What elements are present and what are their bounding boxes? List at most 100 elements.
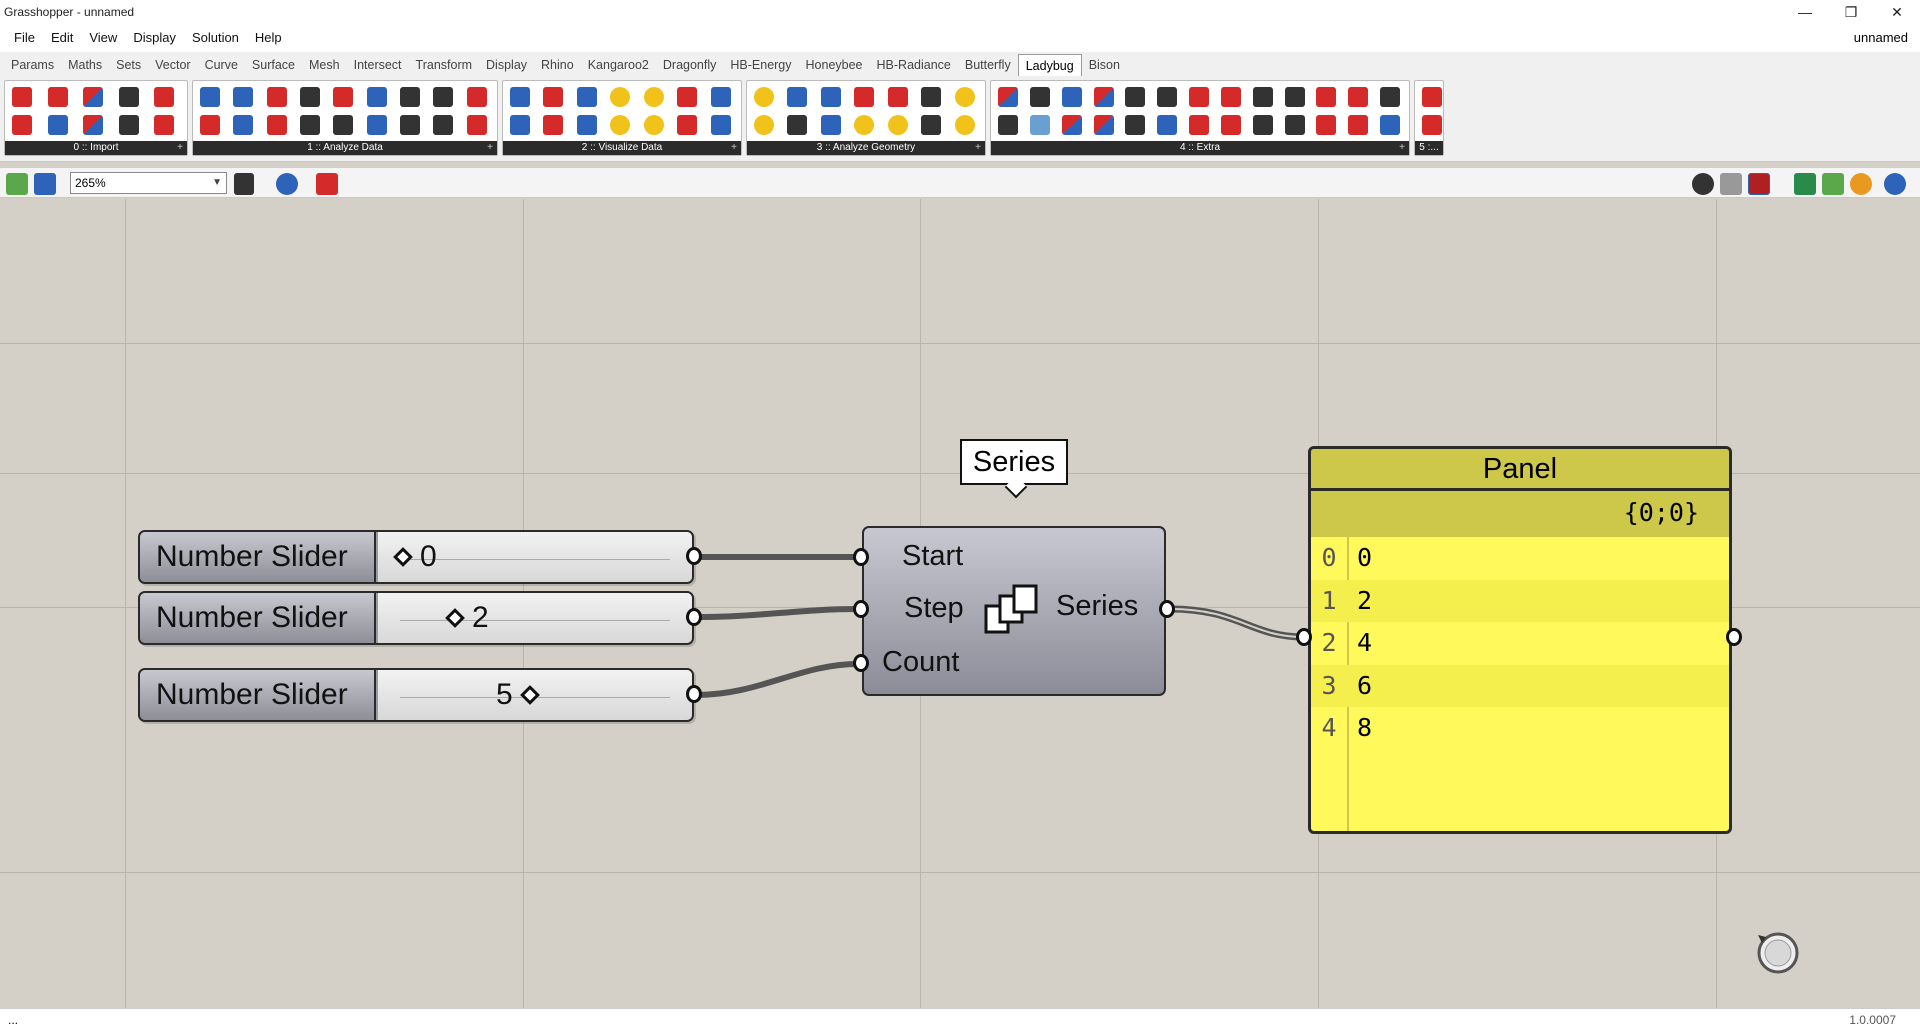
wire-count[interactable] xyxy=(695,661,859,698)
sort-icon[interactable] xyxy=(230,112,256,138)
wire-step[interactable] xyxy=(695,606,859,620)
pmv-icon[interactable] xyxy=(464,84,490,110)
slider-grip-icon[interactable] xyxy=(393,547,413,567)
direct-sun-icon[interactable] xyxy=(818,84,844,110)
convert-icon[interactable] xyxy=(197,112,223,138)
close-button[interactable]: ✕ xyxy=(1874,0,1920,24)
red-dot-icon[interactable] xyxy=(1419,112,1445,138)
tab-ladybug[interactable]: Ladybug xyxy=(1017,54,1082,76)
window-icon[interactable] xyxy=(885,112,911,138)
grid-people-icon[interactable] xyxy=(1282,84,1308,110)
tab-hb-radiance[interactable]: HB-Radiance xyxy=(870,54,958,76)
bar-chart-icon[interactable] xyxy=(507,112,533,138)
menu-display[interactable]: Display xyxy=(125,24,184,52)
sky-dome-icon[interactable] xyxy=(952,84,978,110)
globe-icon[interactable] xyxy=(1377,112,1403,138)
render-sphere-icon[interactable] xyxy=(1884,173,1906,195)
bird-icon[interactable] xyxy=(1250,84,1276,110)
home-2-icon[interactable] xyxy=(1313,112,1339,138)
capture-icon[interactable] xyxy=(1122,84,1148,110)
minimize-button[interactable]: — xyxy=(1782,0,1828,24)
binary-icon[interactable] xyxy=(297,84,323,110)
psychrometric-icon[interactable] xyxy=(708,84,734,110)
expand-icon[interactable]: + xyxy=(731,141,737,155)
tab-vector[interactable]: Vector xyxy=(148,54,197,76)
ny-convert-icon[interactable] xyxy=(80,112,106,138)
slider-output-port[interactable] xyxy=(686,547,702,565)
slider-grip-icon[interactable] xyxy=(445,608,465,628)
tab-mesh[interactable]: Mesh xyxy=(302,54,347,76)
open-weather-icon[interactable] xyxy=(9,84,35,110)
camera-icon[interactable] xyxy=(1122,112,1148,138)
tab-kangaroo2[interactable]: Kangaroo2 xyxy=(581,54,656,76)
tab-rhino[interactable]: Rhino xyxy=(534,54,581,76)
cf-icon[interactable] xyxy=(1218,84,1244,110)
preview-eye-icon[interactable] xyxy=(276,173,298,195)
crosshair-icon[interactable] xyxy=(1377,84,1403,110)
preview-selected-icon[interactable] xyxy=(1748,173,1770,195)
menu-solution[interactable]: Solution xyxy=(184,24,247,52)
zoom-extents-icon[interactable] xyxy=(234,173,254,195)
preview-wire-icon[interactable] xyxy=(1720,173,1742,195)
weather-map-icon[interactable] xyxy=(151,84,177,110)
legend-icon[interactable] xyxy=(995,84,1021,110)
red-circle-icon[interactable] xyxy=(1419,84,1445,110)
expand-icon[interactable]: + xyxy=(177,141,183,155)
grid-data-icon[interactable] xyxy=(330,84,356,110)
dots-icon[interactable] xyxy=(1027,84,1053,110)
ny-heart-icon[interactable] xyxy=(80,84,106,110)
search-icon[interactable] xyxy=(9,112,35,138)
gradient-icon[interactable] xyxy=(1091,112,1117,138)
tab-curve[interactable]: Curve xyxy=(198,54,245,76)
thermometer-icon[interactable] xyxy=(364,84,390,110)
tab-transform[interactable]: Transform xyxy=(409,54,480,76)
menu-file[interactable]: File xyxy=(6,24,43,52)
panel-component[interactable]: Panel {0;0} 00 12 24 36 48 xyxy=(1308,446,1732,834)
tab-display[interactable]: Display xyxy=(479,54,534,76)
walker-icon[interactable] xyxy=(430,84,456,110)
sky-dome-2-icon[interactable] xyxy=(952,112,978,138)
cross-icon[interactable] xyxy=(264,84,290,110)
comfort-icon[interactable] xyxy=(397,84,423,110)
zoom-level-select[interactable]: 265% ▼ xyxy=(70,172,227,194)
menu-help[interactable]: Help xyxy=(247,24,290,52)
menu-edit[interactable]: Edit xyxy=(43,24,81,52)
hourly-plot-icon[interactable] xyxy=(540,84,566,110)
tab-maths[interactable]: Maths xyxy=(61,54,109,76)
menu-view[interactable]: View xyxy=(81,24,125,52)
number-slider-step[interactable]: Number Slider 2 xyxy=(138,591,702,645)
wire-series-panel[interactable] xyxy=(1169,605,1305,641)
slider-track[interactable]: 2 xyxy=(378,593,692,643)
radiation-rose-icon[interactable] xyxy=(674,112,700,138)
stat-icon[interactable] xyxy=(116,112,142,138)
sun-burst-icon[interactable] xyxy=(751,84,777,110)
utci-icon[interactable] xyxy=(464,112,490,138)
slider-track[interactable]: 0 xyxy=(378,532,692,582)
folder-icon[interactable] xyxy=(1345,84,1371,110)
canvas-navigation-icon[interactable] xyxy=(1752,927,1802,977)
expand-icon[interactable]: + xyxy=(1399,141,1405,155)
cf-2-icon[interactable] xyxy=(1218,112,1244,138)
color-scheme-icon[interactable] xyxy=(1091,84,1117,110)
restore-button[interactable]: ❐ xyxy=(1828,0,1874,24)
count-input-port[interactable] xyxy=(853,654,869,672)
filter-icon[interactable] xyxy=(264,112,290,138)
people-icon[interactable] xyxy=(1282,112,1308,138)
shade-icon[interactable] xyxy=(885,84,911,110)
ny-data-icon[interactable] xyxy=(45,112,71,138)
mesh-preview-icon[interactable] xyxy=(1794,173,1816,195)
start-input-port[interactable] xyxy=(853,548,869,566)
number-slider-start[interactable]: Number Slider 0 xyxy=(138,530,702,584)
expand-icon[interactable]: + xyxy=(975,141,981,155)
series-component[interactable]: Start Step Count Series xyxy=(853,526,1175,696)
panel-output-port[interactable] xyxy=(1726,628,1742,646)
slider-track[interactable]: 5 xyxy=(378,670,692,720)
image-icon[interactable] xyxy=(1027,112,1053,138)
target-blue-icon[interactable] xyxy=(1154,112,1180,138)
save-file-icon[interactable] xyxy=(34,173,56,195)
arrows-icon[interactable] xyxy=(708,112,734,138)
eye-icon[interactable] xyxy=(818,112,844,138)
tab-hb-energy[interactable]: HB-Energy xyxy=(723,54,798,76)
text-icon[interactable] xyxy=(1059,84,1085,110)
number-slider-count[interactable]: Number Slider 5 xyxy=(138,668,702,722)
